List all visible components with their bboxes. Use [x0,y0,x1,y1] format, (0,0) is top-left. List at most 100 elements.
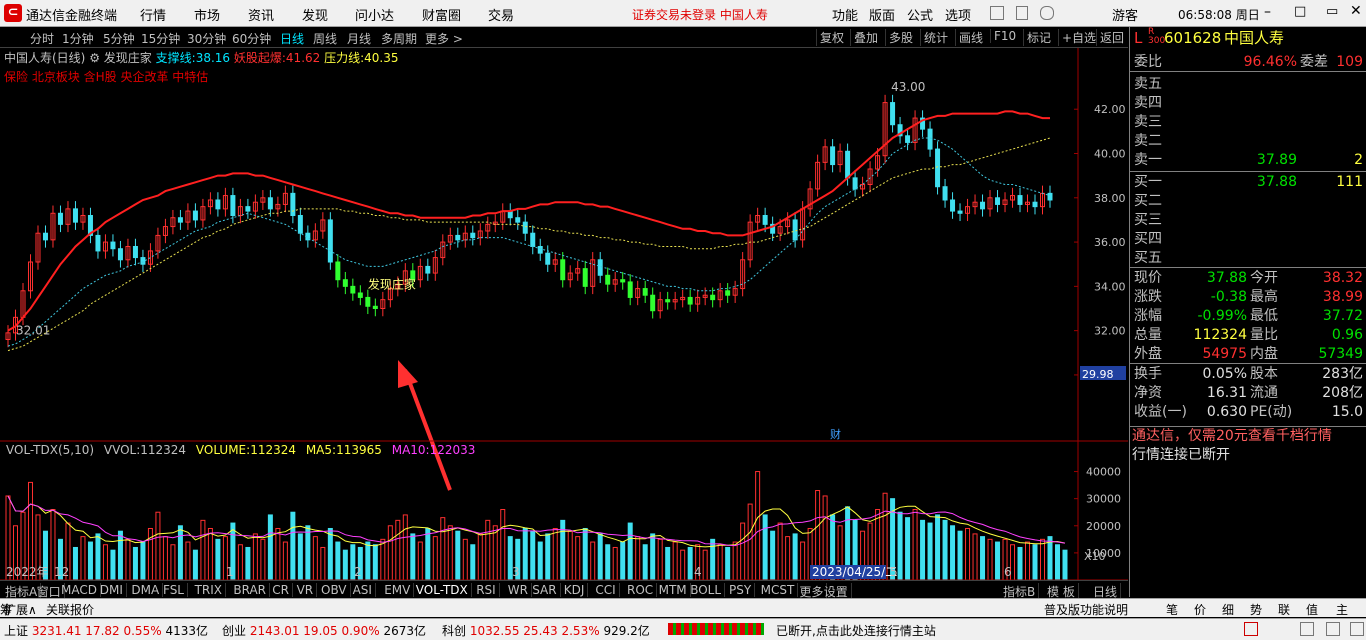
user-label[interactable]: 游客 [1112,5,1138,24]
bid-row[interactable]: 买三 [1130,211,1366,229]
ask-row[interactable]: 卖二 [1130,132,1366,150]
ask-row[interactable]: 卖一 37.89 2 [1130,151,1366,169]
ext-button-5[interactable]: 联 [1278,601,1290,618]
indicator-tab-21[interactable]: BOLL [687,583,726,597]
indicator-tab-20[interactable]: MTM [656,583,691,597]
bid-row[interactable]: 买五 [1130,249,1366,267]
menu-layout[interactable]: 版面 [869,5,895,24]
cy-index[interactable]: 创业 2143.01 19.05 0.90% 2673亿 [222,622,426,639]
related-quotes-button[interactable]: 关联报价 [46,601,94,618]
ask-row[interactable]: 卖四 [1130,94,1366,112]
indicator-tab-6[interactable]: TRIX [192,583,227,597]
kc-index[interactable]: 科创 1032.55 25.43 2.53% 929.2亿 [442,622,650,639]
period-tab-6[interactable]: 日线 [280,30,304,47]
menu-function[interactable]: 功能 [832,5,858,24]
ask-row[interactable]: 卖三 [1130,113,1366,131]
tool-button-4[interactable]: 画线 [955,29,986,46]
indicator-tab-23[interactable]: MCST [758,583,799,597]
tool-button-6[interactable]: 标记 [1023,29,1054,46]
indicator-tab-3[interactable]: DMI [97,583,127,597]
indicator-tab-9[interactable]: VR [294,583,318,597]
tool-button-0[interactable]: 复权 [816,29,847,46]
tool-button-3[interactable]: 统计 [920,29,951,46]
minimize-icon[interactable]: – [1264,4,1271,20]
indicator-tab-4[interactable]: DMA [128,583,164,597]
period-tab-1[interactable]: 1分钟 [62,30,94,47]
bid-row[interactable]: 买二 [1130,192,1366,210]
trade-login-notice[interactable]: 证券交易未登录 中国人寿 [632,6,768,23]
ma10-label: MA10: [392,443,430,457]
ext-button-8[interactable]: 筹 [0,601,12,618]
period-tab-7[interactable]: 周线 [313,30,337,47]
menu-discover[interactable]: 发现 [302,5,328,24]
volume-bar [477,533,483,580]
ext-button-0[interactable]: 普及版功能说明 [1044,601,1128,618]
indicator-tab-14[interactable]: RSI [473,583,500,597]
help-icon[interactable] [1040,6,1054,20]
period-tab-10[interactable]: 更多 > [425,30,463,47]
sh-index[interactable]: 上证 3231.41 17.82 0.55% 4133亿 [4,622,208,639]
alert-icon[interactable] [1244,622,1258,636]
indicator-tab-11[interactable]: ASI [350,583,376,597]
period-tab-9[interactable]: 多周期 [381,30,417,47]
indicator-tab-8[interactable]: CR [269,583,293,597]
menu-news[interactable]: 资讯 [248,5,274,24]
indicator-tab-10[interactable]: OBV [318,583,351,597]
ask-row[interactable]: 卖五 [1130,75,1366,93]
promo-link[interactable]: 通达信，仅需20元查看千档行情 [1132,427,1332,445]
network-icon[interactable] [1300,622,1314,636]
kline-chart[interactable]: 42.0040.0038.0036.0034.0032.0030.00 4000… [0,48,1128,580]
indicator-tab-19[interactable]: ROC [624,583,658,597]
indicator-tab-16[interactable]: SAR [529,583,561,597]
indicator-tab-7[interactable]: BRAR [230,583,271,597]
menu-ask[interactable]: 问小达 [355,5,394,24]
restore-icon[interactable]: ▭ [1326,4,1338,19]
period-tab-0[interactable]: 分时 [30,30,54,47]
toolbar-menu-icon[interactable] [6,30,16,42]
lock-icon[interactable] [1016,6,1028,20]
ext-button-2[interactable]: 价 [1194,601,1206,618]
maximize-icon[interactable]: □ [1294,4,1306,19]
message-icon[interactable] [990,6,1004,20]
ext-button-7[interactable]: 主 [1336,601,1348,618]
indicator-tab-17[interactable]: KDJ [561,583,589,597]
ma10-value: 122033 [430,443,476,457]
menu-trade[interactable]: 交易 [488,5,514,24]
volume-bar [72,546,78,580]
indicator-tab-22[interactable]: PSY [726,583,756,597]
connect-message[interactable]: 已断开,点击此处连接行情主站 [776,622,936,639]
chat-icon[interactable] [1326,622,1340,636]
bid-row[interactable]: 买一 37.88 111 [1130,173,1366,191]
tool-button-2[interactable]: 多股 [885,29,916,46]
indicator-tab-12[interactable]: EMV [381,583,415,597]
tool-button-5[interactable]: F10 [990,29,1019,43]
price-tick: 38.00 [1094,192,1126,205]
menu-formula[interactable]: 公式 [907,5,933,24]
period-tab-8[interactable]: 月线 [347,30,371,47]
volume-bar [312,536,318,580]
menu-market[interactable]: 市场 [194,5,220,24]
period-tab-5[interactable]: 60分钟 [232,30,271,47]
bid-row[interactable]: 买四 [1130,230,1366,248]
close-icon[interactable]: ✕ [1350,3,1362,19]
tool-button-8[interactable]: 返回 [1096,29,1127,46]
menu-options[interactable]: 选项 [945,5,971,24]
indicator-tab-13[interactable]: VOL-TDX [413,583,472,597]
period-tab-4[interactable]: 30分钟 [187,30,226,47]
settings-icon[interactable] [1350,622,1364,636]
indicator-tab-15[interactable]: WR [505,583,532,597]
indicator-tab-2[interactable]: MACD [58,583,101,597]
ext-button-3[interactable]: 细 [1222,601,1234,618]
period-tab-3[interactable]: 15分钟 [141,30,180,47]
tool-button-7[interactable]: +自选 [1058,29,1099,46]
indicator-tab-5[interactable]: FSL [160,583,188,597]
tool-button-1[interactable]: 叠加 [850,29,881,46]
ext-button-6[interactable]: 值 [1306,601,1318,618]
period-tab-2[interactable]: 5分钟 [103,30,135,47]
menu-quotes[interactable]: 行情 [140,5,166,24]
ext-button-1[interactable]: 笔 [1166,601,1178,618]
volume-bar [897,511,903,580]
menu-wealth[interactable]: 财富圈 [422,5,461,24]
indicator-tab-18[interactable]: CCI [592,583,620,597]
ext-button-4[interactable]: 势 [1250,601,1262,618]
